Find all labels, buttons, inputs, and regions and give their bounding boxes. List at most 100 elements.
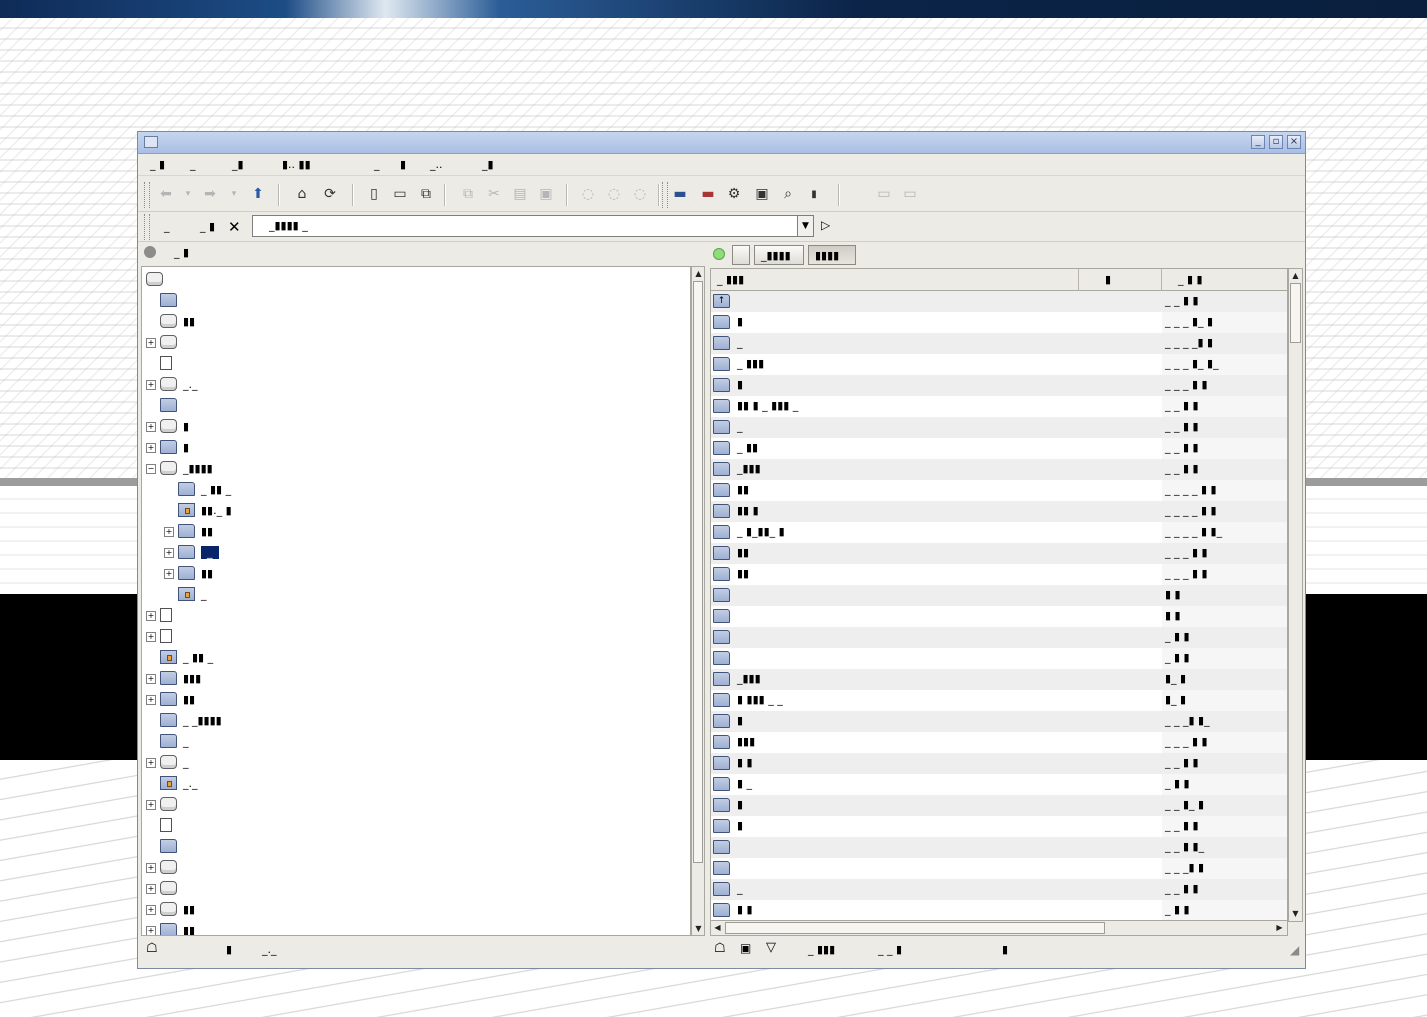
file-row[interactable]: ▮ _ _ _▮ ▮_	[711, 711, 1287, 732]
scroll-down-icon[interactable]: ▼	[692, 922, 705, 935]
file-row[interactable]: ▮ _ _ _ ▮ ▮	[711, 375, 1287, 396]
file-row[interactable]: ▮ ▮	[711, 585, 1287, 606]
tab-list[interactable]: ▮▮▮▮	[808, 245, 856, 265]
views-icon[interactable]: ▮	[804, 184, 824, 204]
file-row[interactable]: _ ▮ ▮	[711, 627, 1287, 648]
tree-item[interactable]: ▮▮	[160, 899, 195, 919]
file-row[interactable]: _ _ _ ▮ ▮	[711, 879, 1287, 900]
paste-icon[interactable]: ▤	[510, 184, 530, 204]
tab-detail[interactable]: _▮▮▮▮	[754, 245, 804, 265]
file-row[interactable]: ▮ _ _ _ ▮_ ▮	[711, 312, 1287, 333]
menu-tools[interactable]: ▮	[400, 158, 406, 171]
list-horizontal-scrollbar[interactable]: ◀ ▶	[710, 920, 1288, 936]
tree-expander[interactable]: +	[146, 674, 156, 684]
delete-icon[interactable]: ◌	[578, 184, 598, 204]
tree-item[interactable]: _	[160, 752, 189, 772]
back-dropdown-icon[interactable]: ▾	[178, 184, 198, 204]
menu-file[interactable]: _ ▮	[150, 158, 165, 171]
file-row[interactable]: _▮▮▮ ▮_ ▮	[711, 669, 1287, 690]
tree-expander[interactable]: −	[146, 464, 156, 474]
locationbar-grip[interactable]	[144, 214, 150, 240]
trash-icon[interactable]: ◌	[630, 184, 650, 204]
find-icon[interactable]: ⌕	[778, 184, 798, 204]
paste-into-icon[interactable]: ▣	[536, 184, 556, 204]
file-row[interactable]: _ _ ▮ ▮_	[711, 837, 1287, 858]
remove-network-icon[interactable]: ▬	[698, 184, 718, 204]
tree-item[interactable]	[160, 605, 178, 625]
scroll-right-icon[interactable]: ▶	[1273, 921, 1286, 934]
tree-item[interactable]: _	[160, 731, 189, 751]
bookmark-b-icon[interactable]: ▭	[900, 184, 920, 204]
back-icon[interactable]: ⬅	[156, 184, 176, 204]
tree-item[interactable]: _._	[160, 374, 198, 394]
file-row[interactable]: _ _ _▮ ▮	[711, 858, 1287, 879]
clear-location-icon[interactable]: ✕	[228, 218, 241, 236]
app-icon[interactable]	[144, 136, 158, 148]
reload-icon[interactable]: ⟳	[320, 184, 340, 204]
file-row[interactable]: _ ▮_▮▮_ ▮ _ _ _ _ ▮ ▮_	[711, 522, 1287, 543]
tree-scrollbar[interactable]: ▲ ▼	[691, 266, 705, 936]
minimize-button[interactable]: _	[1251, 135, 1265, 149]
settings-icon[interactable]: ⚙	[724, 184, 744, 204]
forward-dropdown-icon[interactable]: ▾	[224, 184, 244, 204]
tree-expander[interactable]: +	[146, 632, 156, 642]
tree-expander[interactable]: +	[146, 884, 156, 894]
tree-item[interactable]: ▮	[160, 416, 189, 436]
tree-item[interactable]: _._	[160, 773, 198, 793]
tree-item[interactable]: ▮▮	[160, 920, 195, 935]
tree-item[interactable]: ▮▮	[160, 689, 195, 709]
shred-icon[interactable]: ◌	[604, 184, 624, 204]
quickview-icon[interactable]: ▣	[740, 941, 751, 955]
file-row[interactable]: _ _ _ ▮ ▮	[711, 417, 1287, 438]
network-folder-icon[interactable]: ▬	[670, 184, 690, 204]
menu-settings[interactable]: _..	[430, 158, 443, 171]
tree-item[interactable]: ▮▮._ ▮	[178, 500, 232, 520]
menu-edit[interactable]: _	[190, 158, 196, 171]
resize-grip-icon[interactable]: ◢	[1290, 943, 1299, 957]
tree-item[interactable]	[160, 395, 183, 415]
maximize-button[interactable]: ▫	[1269, 135, 1283, 149]
file-row[interactable]: ▮ _ _ ▮ ▮	[711, 774, 1287, 795]
file-row[interactable]: ▮ ▮ _ ▮ ▮	[711, 900, 1287, 921]
open-folder-icon[interactable]: ▭	[390, 184, 410, 204]
tree-item[interactable]: _ _▮▮▮▮	[160, 710, 222, 730]
copy-to-icon[interactable]: ⧉	[416, 184, 436, 204]
scroll-up-icon[interactable]: ▲	[1289, 269, 1302, 282]
scroll-left-icon[interactable]: ◀	[711, 921, 724, 934]
menu-bookmarks[interactable]: ▮.. ▮▮	[282, 158, 311, 171]
file-row[interactable]: ▮ _ _ ▮_ ▮	[711, 795, 1287, 816]
tree-expander[interactable]: +	[146, 611, 156, 621]
tree-item[interactable]	[160, 836, 183, 856]
filter-icon[interactable]: ▽	[766, 940, 776, 955]
file-row[interactable]: _ ▮▮ _ _ ▮ ▮	[711, 438, 1287, 459]
list-hscroll-thumb[interactable]	[725, 922, 1105, 934]
file-row[interactable]: ▮ ▮▮▮ _ _ ▮_ ▮	[711, 690, 1287, 711]
tree-item[interactable]	[160, 857, 183, 877]
home-icon[interactable]: ⌂	[292, 184, 312, 204]
file-row[interactable]: ▮▮ _ _ _ ▮ ▮	[711, 543, 1287, 564]
file-row[interactable]: ▮▮ ▮ _ _ _ _ ▮ ▮	[711, 501, 1287, 522]
tree-item[interactable]: _	[178, 542, 219, 562]
column-date[interactable]: _ ▮ ▮	[1162, 269, 1287, 291]
file-row[interactable]: ▮▮ _ _ _ ▮ ▮	[711, 564, 1287, 585]
terminal-icon[interactable]: ▣	[752, 184, 772, 204]
tree-expander[interactable]: +	[164, 548, 174, 558]
tree-expander[interactable]: +	[146, 422, 156, 432]
tree-expander[interactable]: +	[146, 926, 156, 935]
location-input[interactable]: _▮▮▮▮ _	[252, 215, 798, 237]
scroll-up-icon[interactable]: ▲	[692, 267, 705, 280]
tree-item[interactable]: _▮▮▮▮	[160, 458, 213, 478]
list-vertical-scrollbar[interactable]: ▲ ▼	[1288, 268, 1303, 922]
tree-item[interactable]	[160, 794, 183, 814]
location-dropdown-button[interactable]: ▼	[798, 215, 814, 237]
forward-icon[interactable]: ➡	[200, 184, 220, 204]
column-size[interactable]: ▮	[1079, 269, 1162, 291]
tree-expander[interactable]: +	[146, 758, 156, 768]
title-bar[interactable]: _ ▫ ×	[138, 132, 1305, 154]
go-arrow-icon[interactable]: ▷	[821, 218, 830, 232]
tree-item[interactable]	[160, 815, 178, 835]
menu-go[interactable]: _	[374, 158, 380, 171]
cut-icon[interactable]: ✂	[484, 184, 504, 204]
tree-item[interactable]	[160, 626, 178, 646]
tree-expander[interactable]: +	[146, 443, 156, 453]
